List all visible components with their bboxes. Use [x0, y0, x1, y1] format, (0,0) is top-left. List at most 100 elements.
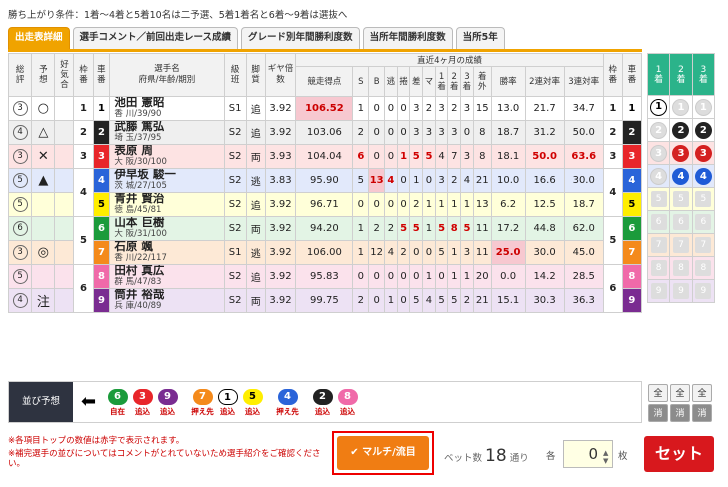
rider-name[interactable]: 青井 賢治	[114, 194, 223, 205]
rider-row: 3 ◎ 7 石原 颯香 川/22/117 S1 逃 3.92 106.00 1 12 4 2 0 0 5 1 3…	[7, 240, 643, 265]
gear-cell: 3.92	[264, 216, 297, 241]
pick-3-car[interactable]: 5	[695, 191, 712, 207]
car-number: 7	[92, 240, 111, 265]
rider-name[interactable]: 池田 憲昭	[114, 98, 223, 109]
select-all-1[interactable]: 全	[648, 384, 668, 402]
rider-name-cell: 池田 憲昭香 川/39/90	[109, 96, 225, 121]
rider-name[interactable]: 田村 真広	[114, 266, 223, 277]
multi-button-frame: ✔ マルチ/流目	[332, 431, 434, 475]
tab-detail[interactable]: 出走表詳細	[8, 27, 70, 49]
waku-number-right: 5	[602, 216, 623, 265]
tab-grade-wins[interactable]: グレード別年間勝利度数	[241, 27, 360, 49]
rider-row: 4 注 9 筒井 裕哉兵 庫/40/89 S2 両 3.92 99.75 2 0 1 0 5 4 5 5 2 21…	[7, 288, 643, 313]
waku-number: 3	[73, 144, 94, 169]
tab-comments[interactable]: 選手コメント／前回出走レース成績	[72, 27, 239, 49]
rider-name[interactable]: 山本 巨樹	[114, 218, 223, 229]
pick-1-car[interactable]: 2	[650, 121, 668, 139]
pick-1-car[interactable]: 7	[650, 237, 667, 253]
win-cell: 0.0	[490, 264, 526, 289]
hdr-waku: 枠番	[79, 64, 88, 85]
c3-cell: 5	[460, 216, 474, 241]
win-cell: 15.1	[490, 288, 526, 313]
yoso-mark: ▲	[31, 168, 56, 193]
c2-cell: 1	[447, 240, 462, 265]
kyaku-cell: 追	[245, 192, 266, 217]
rider-name[interactable]: 伊早坂 駿一	[114, 170, 223, 181]
yoso-mark: ○	[31, 96, 56, 121]
rider-name[interactable]: 筒井 裕哉	[114, 290, 223, 301]
rider-row: 3 ○ 1 1 池田 憲昭香 川/39/90 S1 追 3.92 106.52 1 0 0 0 3 2 3 2 3…	[7, 96, 643, 121]
prediction-chip: 6 自在	[105, 389, 130, 416]
prediction-chip: 5 追込	[240, 389, 265, 416]
clear-3[interactable]: 消	[692, 404, 712, 422]
set-button[interactable]: セット	[644, 436, 714, 472]
tab-local-5yr[interactable]: 当所5年	[455, 27, 505, 49]
yoso-mark	[31, 264, 56, 289]
chip-type: 押え先	[276, 407, 299, 416]
pick-3-car[interactable]: 9	[695, 283, 712, 299]
r3-cell: 45.0	[563, 240, 604, 265]
kiai-cell	[54, 144, 75, 169]
pick-2-car[interactable]: 5	[672, 191, 689, 207]
pick-2-car[interactable]: 7	[672, 237, 689, 253]
rider-info: 茨 城/27/105	[114, 181, 167, 191]
cout-cell: 15	[472, 96, 492, 121]
chip-number: 4	[277, 389, 298, 405]
c1-cell: 5	[434, 216, 449, 241]
c2-cell: 2	[447, 96, 462, 121]
clear-2[interactable]: 消	[670, 404, 690, 422]
pick-2-car[interactable]: 3	[672, 144, 690, 162]
pick-2-car[interactable]: 1	[672, 98, 690, 116]
s-cell: 0	[352, 192, 370, 217]
multi-button[interactable]: ✔ マルチ/流目	[337, 436, 429, 470]
stepper-icon[interactable]: ▲ ▼	[603, 449, 608, 465]
sashi-cell: 3	[409, 96, 424, 121]
pick-2-car[interactable]: 4	[672, 167, 690, 185]
rider-info: 埼 玉/37/95	[114, 133, 162, 143]
pick-3-car[interactable]: 6	[695, 214, 712, 230]
gear-cell: 3.92	[264, 288, 297, 313]
pick-2-car[interactable]: 8	[672, 260, 689, 276]
kyu-cell: S2	[223, 120, 247, 145]
tab-local-wins[interactable]: 当所年間勝利度数	[362, 27, 453, 49]
rider-name[interactable]: 表原 周	[114, 146, 223, 157]
pick-3-car[interactable]: 3	[694, 144, 712, 162]
score-cell: 103.06	[295, 120, 354, 145]
c1-cell: 5	[434, 240, 449, 265]
rider-name[interactable]: 武藤 篤弘	[114, 122, 223, 133]
mark-cell: 2	[422, 96, 436, 121]
pick-3-car[interactable]: 2	[694, 121, 712, 139]
chip-type: 追込	[245, 407, 260, 416]
pick-3-car[interactable]: 7	[695, 237, 712, 253]
pick-1-car[interactable]: 5	[650, 191, 667, 207]
pick-2-car[interactable]: 2	[672, 121, 690, 139]
kyaku-cell: 追	[245, 96, 266, 121]
pick-3-car[interactable]: 8	[695, 260, 712, 276]
pick-1-car[interactable]: 9	[650, 283, 667, 299]
clear-1[interactable]: 消	[648, 404, 668, 422]
kiai-cell	[54, 192, 75, 217]
hdr-cout: 着外	[477, 71, 487, 92]
select-all-2[interactable]: 全	[670, 384, 690, 402]
hdr-score: 競走得点	[295, 66, 354, 97]
line-prediction: 並び予想 ⬅ 6 自在 3 追込 9 追込 7 押え先 1 追込 5 追込 4 押え先 2 追込 8 追込	[8, 381, 642, 423]
pick-1-car[interactable]: 8	[650, 260, 667, 276]
r3-cell: 50.0	[563, 120, 604, 145]
pick-3-car[interactable]: 1	[694, 98, 712, 116]
pick-2-car[interactable]: 6	[672, 214, 689, 230]
kyaku-cell: 両	[245, 144, 266, 169]
pick-1-car[interactable]: 6	[650, 214, 667, 230]
pick-1-car[interactable]: 4	[650, 167, 668, 185]
win-cell: 10.0	[490, 168, 526, 193]
mark-cell: 1	[422, 192, 436, 217]
pick-2-car[interactable]: 9	[672, 283, 689, 299]
gear-cell: 3.92	[264, 264, 297, 289]
select-all-3[interactable]: 全	[692, 384, 712, 402]
pick-1-car[interactable]: 1	[650, 98, 668, 116]
pick-1-car[interactable]: 3	[650, 144, 668, 162]
pick-3-car[interactable]: 4	[694, 167, 712, 185]
nige-cell: 0	[384, 144, 398, 169]
rider-name[interactable]: 石原 颯	[114, 242, 223, 253]
multi-label: マルチ/流目	[362, 447, 416, 458]
chip-number: 8	[337, 389, 358, 405]
